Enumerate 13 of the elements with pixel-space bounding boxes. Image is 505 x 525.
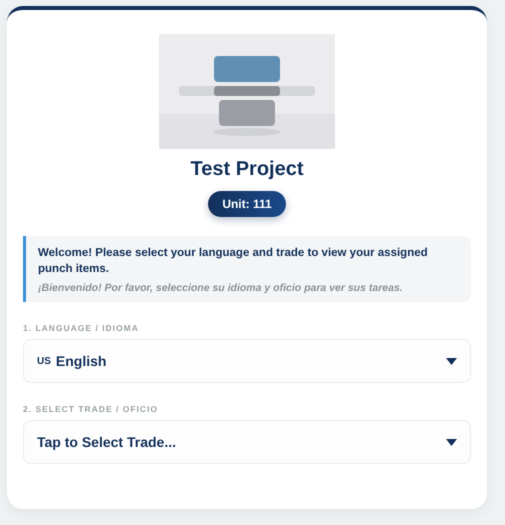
- flag-code: US: [37, 356, 51, 366]
- select-value: Tap to Select Trade...: [37, 434, 178, 450]
- field-label: 1. LANGUAGE / IDIOMA: [23, 323, 140, 333]
- caret-icon: [446, 358, 457, 364]
- caret-icon: [446, 438, 457, 446]
- project-title: Test Project: [190, 158, 304, 181]
- dropdown-select[interactable]: Tap to Select Trade...: [23, 420, 471, 464]
- select-value: English: [56, 353, 108, 369]
- dropdown-select[interactable]: US English: [23, 339, 471, 383]
- welcome-text-spanish: ¡Bienvenido! Por favor, seleccione su idioma y oficio para ver sus tareas.: [38, 282, 404, 294]
- unit-badge: Unit: 111: [208, 191, 286, 217]
- welcome-text: Welcome! Please select your language and trade to view your assigned punch items.: [38, 246, 429, 277]
- field-label: 2. SELECT TRADE / OFICIO: [23, 404, 159, 414]
